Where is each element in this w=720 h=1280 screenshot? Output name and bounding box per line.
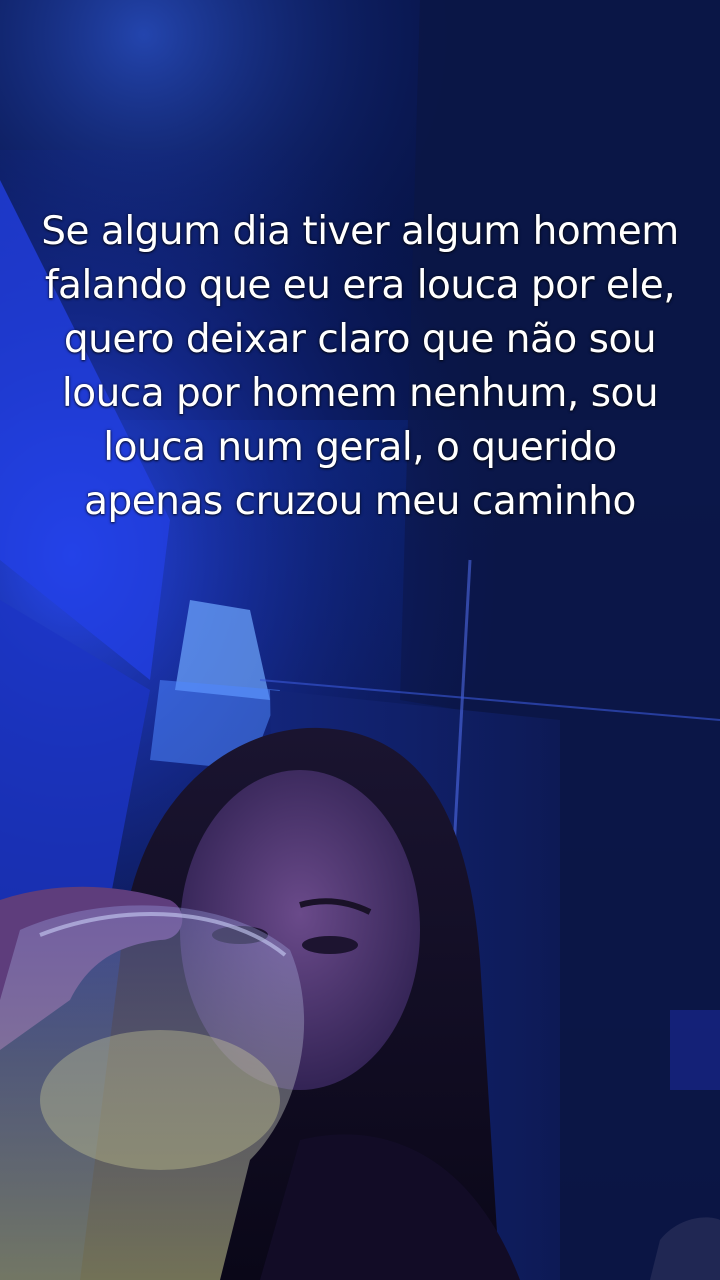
overlay-caption: Se algum dia tiver algum homem falando q… (41, 209, 679, 524)
right-edge-object (670, 1010, 720, 1090)
drink-liquid-glow (40, 1030, 280, 1170)
background-photo (0, 0, 720, 1280)
video-frame[interactable]: Se algum dia tiver algum homem falando q… (0, 0, 720, 1280)
eye-right (302, 936, 358, 954)
